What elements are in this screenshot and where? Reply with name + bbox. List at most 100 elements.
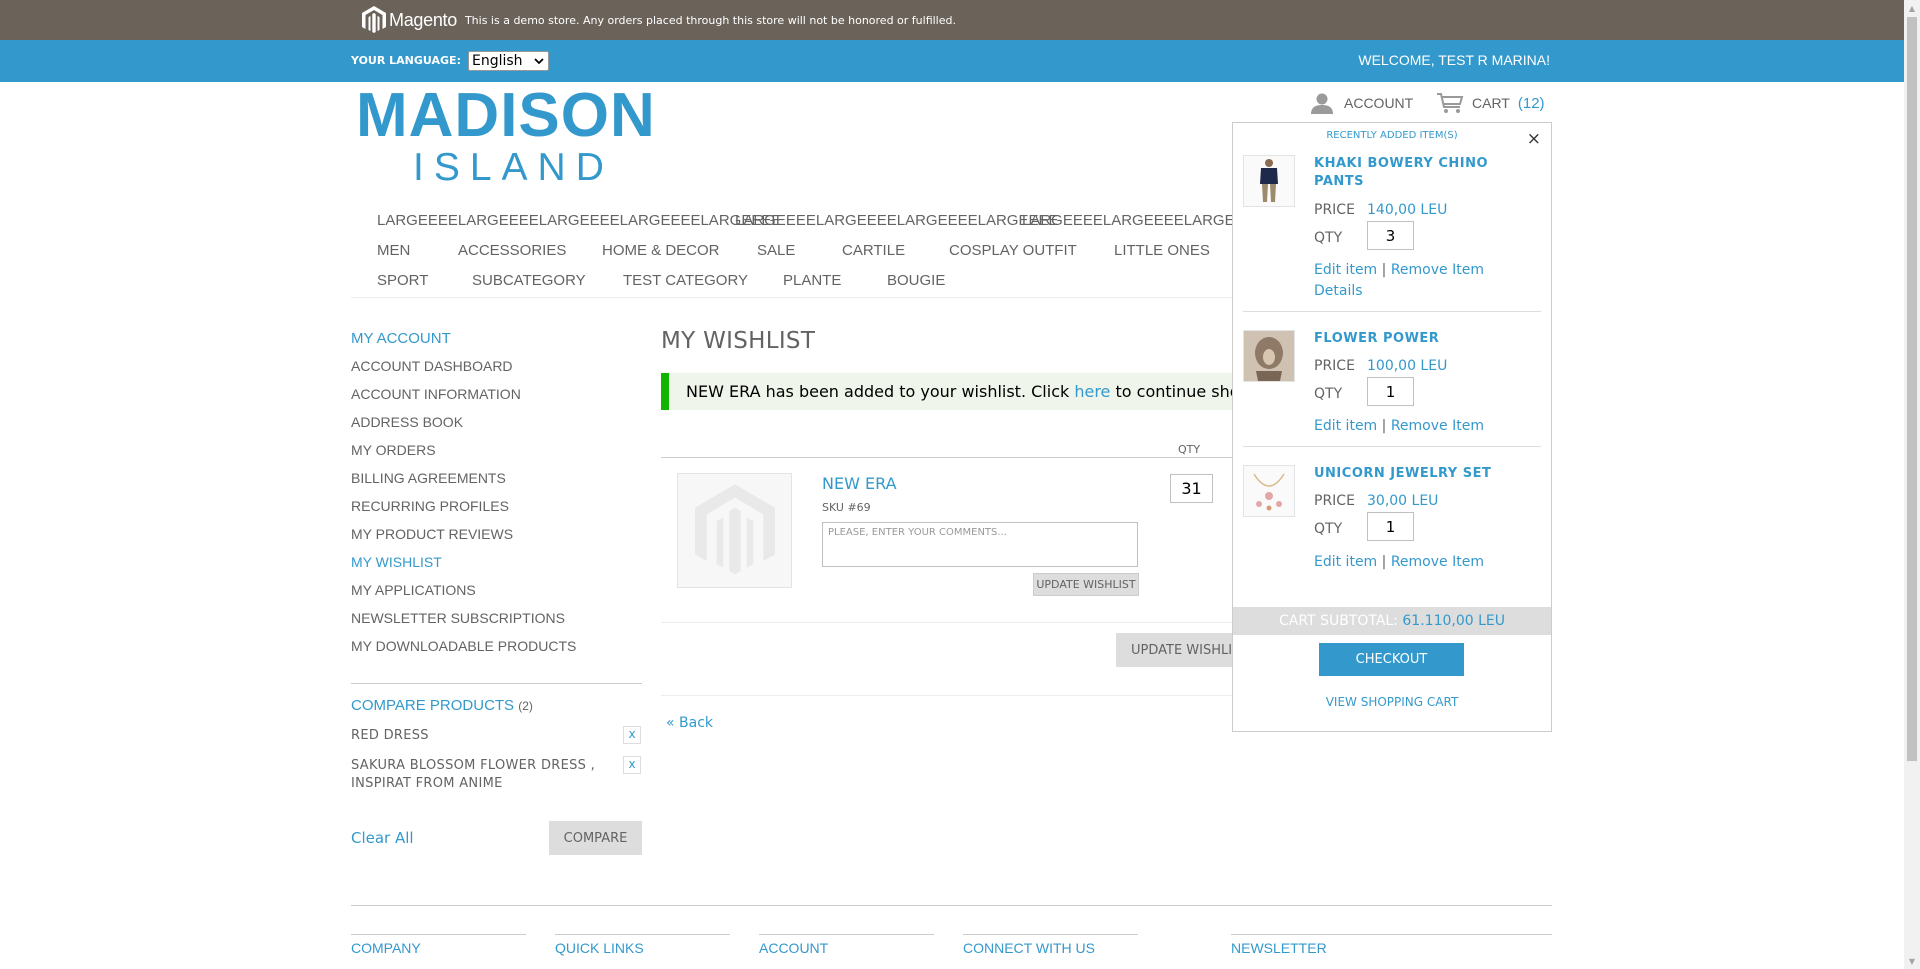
- cart-item-qty-input[interactable]: 1: [1367, 377, 1414, 406]
- close-icon[interactable]: ×: [1527, 129, 1541, 149]
- sidebar-item-my-wishlist[interactable]: MY WISHLIST: [351, 553, 641, 581]
- store-logo-bottom[interactable]: ISLAND: [413, 146, 614, 190]
- footer-heading-newsletter: NEWSLETTER: [1231, 934, 1552, 956]
- nav-item-sale[interactable]: SALE: [757, 242, 795, 259]
- nav-divider: [351, 297, 1232, 298]
- product-image[interactable]: [677, 473, 792, 588]
- sidebar-item-my-product-reviews[interactable]: MY PRODUCT REVIEWS: [351, 525, 641, 553]
- edit-item-link[interactable]: Edit item: [1314, 262, 1377, 278]
- sidebar-item-my-orders[interactable]: MY ORDERS: [351, 441, 641, 469]
- nav-item-cosplay-outfit[interactable]: COSPLAY OUTFIT: [949, 242, 1077, 259]
- product-thumbnail-image: [1244, 156, 1294, 206]
- nav-item-home-decor[interactable]: HOME & DECOR: [602, 242, 720, 259]
- cart-item-qty-input[interactable]: 1: [1367, 512, 1414, 541]
- language-bar: YOUR LANGUAGE: English WELCOME, TEST R M…: [0, 40, 1904, 82]
- sidebar-item-address-book[interactable]: ADDRESS BOOK: [351, 413, 641, 441]
- cart-item-actions: Edit item | Remove Item: [1314, 418, 1484, 434]
- sidebar-item-newsletter-subscriptions[interactable]: NEWSLETTER SUBSCRIPTIONS: [351, 609, 641, 637]
- magento-logo-icon: [362, 6, 386, 33]
- nav-item-accessories[interactable]: ACCESSORIES: [458, 242, 566, 259]
- clear-all-link[interactable]: Clear All: [351, 829, 414, 847]
- footer-heading-account: ACCOUNT: [759, 934, 934, 956]
- product-name-link[interactable]: NEW ERA: [822, 474, 897, 493]
- edit-item-link[interactable]: Edit item: [1314, 418, 1377, 434]
- nav-item-large-2[interactable]: LARGEEEELARGEEEELARGEEEELARGEEEE: [735, 212, 1058, 229]
- sidebar-item-my-applications[interactable]: MY APPLICATIONS: [351, 581, 641, 609]
- remove-item-link[interactable]: Remove Item: [1391, 418, 1484, 434]
- store-logo-top[interactable]: MADISON: [356, 80, 656, 152]
- demo-notice-bar: Magento This is a demo store. Any orders…: [0, 0, 1904, 40]
- comment-textarea[interactable]: PLEASE, ENTER YOUR COMMENTS...: [822, 522, 1138, 567]
- cart-link[interactable]: CART (12): [1436, 92, 1545, 114]
- nav-item-bougie[interactable]: BOUGIE: [887, 272, 945, 289]
- product-sku: SKU #69: [822, 501, 871, 514]
- minicart-dropdown: RECENTLY ADDED ITEM(S) × KHAKI BOWERY CH…: [1232, 122, 1552, 732]
- sidebar-item-recurring-profiles[interactable]: RECURRING PROFILES: [351, 497, 641, 525]
- main-navigation: LARGEEEELARGEEEELARGEEEELARGEEEELARGEEEE…: [377, 212, 1232, 292]
- update-wishlist-button[interactable]: UPDATE WISHLIST: [1116, 633, 1233, 667]
- remove-item-link[interactable]: Remove Item: [1391, 554, 1484, 570]
- user-icon: [1311, 93, 1333, 114]
- sidebar-item-account-dashboard[interactable]: ACCOUNT DASHBOARD: [351, 357, 641, 385]
- scrollbar-thumb[interactable]: [1907, 17, 1917, 761]
- cart-subtotal: CART SUBTOTAL: 61.110,00 LEU: [1233, 607, 1551, 635]
- sidebar-item-account-information[interactable]: ACCOUNT INFORMATION: [351, 385, 641, 413]
- nav-item-cartile[interactable]: CARTILE: [842, 242, 905, 259]
- nav-item-plante[interactable]: PLANTE: [783, 272, 841, 289]
- edit-item-link[interactable]: Edit item: [1314, 554, 1377, 570]
- compare-count: (2): [518, 699, 533, 713]
- compare-item[interactable]: SAKURA BLOSSOM FLOWER DRESS , INSPIRAT F…: [351, 757, 601, 793]
- sidebar-item-my-downloadable-products[interactable]: MY DOWNLOADABLE PRODUCTS: [351, 637, 641, 665]
- details-toggle[interactable]: Details: [1314, 283, 1363, 299]
- remove-compare-button[interactable]: x: [623, 756, 641, 774]
- checkout-button[interactable]: CHECKOUT: [1319, 643, 1464, 676]
- account-sidebar: MY ACCOUNT ACCOUNT DASHBOARD ACCOUNT INF…: [351, 330, 641, 665]
- welcome-message: WELCOME, TEST R MARINA!: [1358, 52, 1550, 68]
- qty-input[interactable]: 31: [1170, 474, 1213, 503]
- compare-item[interactable]: RED DRESS: [351, 727, 601, 745]
- cart-item-name[interactable]: FLOWER POWER: [1314, 330, 1504, 348]
- cart-item-divider: [1243, 446, 1541, 447]
- cart-item-price: 100,00 LEU: [1367, 358, 1448, 374]
- view-shopping-cart-link[interactable]: VIEW SHOPPING CART: [1233, 695, 1551, 709]
- nav-item-men[interactable]: MEN: [377, 242, 410, 259]
- continue-shopping-link[interactable]: here: [1074, 382, 1110, 401]
- cart-item-thumbnail[interactable]: [1243, 330, 1295, 382]
- update-wishlist-item-button[interactable]: UPDATE WISHLIST: [1033, 573, 1139, 596]
- qty-label: QTY: [1314, 386, 1343, 402]
- nav-item-test-category[interactable]: TEST CATEGORY: [623, 272, 748, 289]
- qty-label: QTY: [1314, 230, 1343, 246]
- sidebar-item-billing-agreements[interactable]: BILLING AGREEMENTS: [351, 469, 641, 497]
- remove-compare-button[interactable]: x: [623, 726, 641, 744]
- nav-item-sport[interactable]: SPORT: [377, 272, 428, 289]
- back-link[interactable]: « Back: [666, 715, 713, 731]
- row-divider: [661, 622, 1233, 623]
- cart-item-qty-input[interactable]: 3: [1367, 221, 1414, 250]
- remove-item-link[interactable]: Remove Item: [1391, 262, 1484, 278]
- nav-item-large-3[interactable]: LARGEEEELARGEEEELARGEEEE: [1022, 212, 1232, 229]
- cart-item-thumbnail[interactable]: [1243, 155, 1295, 207]
- scroll-up-arrow-icon[interactable]: ▲: [1904, 0, 1920, 16]
- page-title: MY WISHLIST: [661, 328, 816, 354]
- price-label: PRICE: [1314, 493, 1355, 509]
- footer-heading-connect: CONNECT WITH US: [963, 934, 1138, 956]
- scroll-down-arrow-icon[interactable]: ▼: [1904, 953, 1920, 969]
- cart-subtotal-value: 61.110,00 LEU: [1402, 613, 1505, 629]
- language-select[interactable]: English: [468, 51, 549, 71]
- nav-item-subcategory[interactable]: SUBCATEGORY: [472, 272, 586, 289]
- cart-item-name[interactable]: UNICORN JEWELRY SET: [1314, 465, 1504, 483]
- cart-item-divider: [1243, 311, 1541, 312]
- cart-item-name[interactable]: KHAKI BOWERY CHINO PANTS: [1314, 155, 1504, 191]
- cart-item-actions: Edit item | Remove Item: [1314, 262, 1484, 278]
- cart-item-thumbnail[interactable]: [1243, 465, 1295, 517]
- minicart-title: RECENTLY ADDED ITEM(S): [1326, 130, 1458, 141]
- shopping-cart-icon: [1437, 93, 1464, 113]
- qty-column-header: QTY: [1178, 443, 1201, 456]
- page-scrollbar[interactable]: ▲ ▼: [1904, 0, 1920, 969]
- account-link[interactable]: ACCOUNT: [1310, 92, 1413, 114]
- sidebar-title[interactable]: MY ACCOUNT: [351, 330, 641, 347]
- cart-item-price: 30,00 LEU: [1367, 493, 1439, 509]
- compare-button[interactable]: COMPARE: [549, 821, 642, 855]
- nav-item-little-ones[interactable]: LITTLE ONES: [1114, 242, 1210, 259]
- nav-item-large-1[interactable]: LARGEEEELARGEEEELARGEEEELARGEEEELARGEEEE: [377, 212, 781, 229]
